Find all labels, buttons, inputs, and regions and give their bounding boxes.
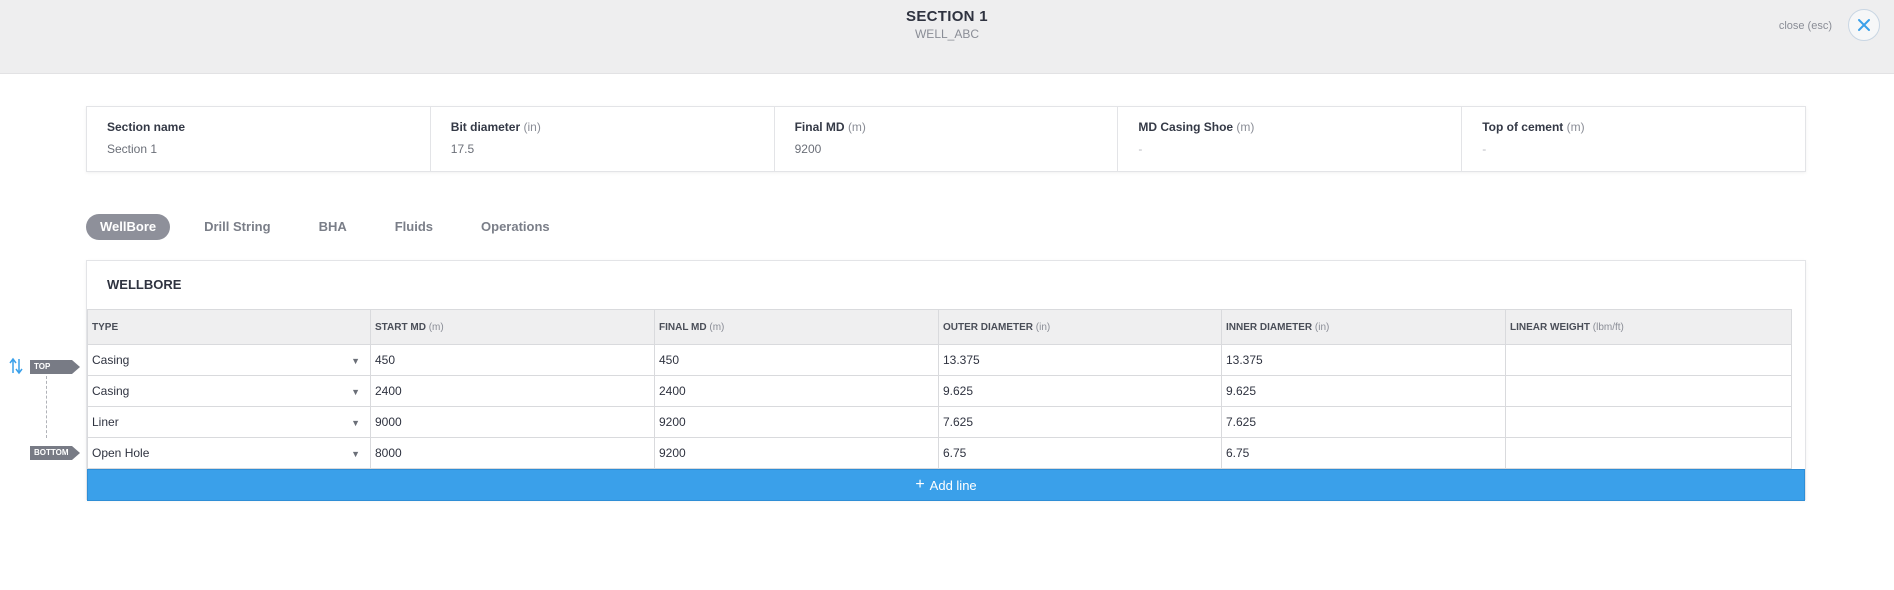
summary-section-name: Section name Section 1 [87,107,431,171]
column-header-start-md: START MD (m) [370,309,655,345]
summary-value: 17.5 [450,142,475,156]
column-header-outer-diameter: OUTER DIAMETER (in) [938,309,1222,345]
summary-label: Final MD [794,120,845,134]
column-header-final-md: FINAL MD (m) [654,309,939,345]
linear-weight-cell[interactable] [1505,344,1792,376]
table-row: Liner ▼ 9000 9200 7.625 7.625 [87,406,1792,438]
close-hint[interactable]: close (esc) [1779,20,1832,32]
start-md-cell[interactable]: 9000 [370,406,655,438]
wellbore-table: TYPE START MD (m) FINAL MD (m) OUTER DIA… [87,309,1792,469]
tab-bha[interactable]: BHA [305,214,361,240]
column-header-type: TYPE [87,309,371,345]
well-name: WELL_ABC [914,27,980,41]
section-tabs: WellBore Drill String BHA Fluids Operati… [86,214,584,240]
wellbore-title: WELLBORE [107,277,182,292]
summary-value: - [1138,142,1143,156]
tab-fluids[interactable]: Fluids [381,214,447,240]
start-md-cell[interactable]: 2400 [370,375,655,407]
linear-weight-cell[interactable] [1505,437,1792,469]
type-select[interactable]: Liner ▼ [87,406,371,438]
plus-icon: + [915,476,925,493]
outer-diameter-cell[interactable]: 7.625 [938,406,1222,438]
close-button[interactable] [1848,9,1880,41]
outer-diameter-cell[interactable]: 9.625 [938,375,1222,407]
summary-unit: (m) [847,120,866,134]
add-line-button[interactable]: + Add line [87,469,1805,501]
summary-label: Bit diameter [450,120,521,134]
summary-value: - [1482,142,1487,156]
add-line-label: Add line [929,477,977,493]
table-row: Casing ▼ 450 450 13.375 13.375 [87,344,1792,376]
column-header-inner-diameter: INNER DIAMETER (in) [1221,309,1506,345]
summary-value: Section 1 [107,142,158,156]
summary-label: MD Casing Shoe [1138,120,1234,134]
bottom-marker: BOTTOM [30,446,80,460]
summary-final-md: Final MD (m) 9200 [775,107,1119,171]
summary-md-casing-shoe: MD Casing Shoe (m) - [1118,107,1463,171]
type-select[interactable]: Casing ▼ [87,375,371,407]
final-md-cell[interactable]: 2400 [654,375,939,407]
reorder-icon[interactable] [8,357,24,375]
close-icon [1858,19,1870,31]
type-select[interactable]: Casing ▼ [87,344,371,376]
table-row: Open Hole ▼ 8000 9200 6.75 6.75 [87,437,1792,469]
wellbore-panel: WELLBORE TYPE START MD (m) FINAL MD (m) … [86,260,1806,501]
final-md-cell[interactable]: 450 [654,344,939,376]
column-header-linear-weight: LINEAR WEIGHT (lbm/ft) [1505,309,1792,345]
tab-drill-string[interactable]: Drill String [190,214,284,240]
inner-diameter-cell[interactable]: 6.75 [1221,437,1506,469]
inner-diameter-cell[interactable]: 13.375 [1221,344,1506,376]
dropdown-arrow-icon: ▼ [351,418,360,428]
dropdown-arrow-icon: ▼ [351,356,360,366]
final-md-cell[interactable]: 9200 [654,406,939,438]
linear-weight-cell[interactable] [1505,375,1792,407]
outer-diameter-cell[interactable]: 13.375 [938,344,1222,376]
linear-weight-cell[interactable] [1505,406,1792,438]
summary-bit-diameter: Bit diameter (in) 17.5 [431,107,775,171]
summary-label: Section name [107,120,186,134]
outer-diameter-cell[interactable]: 6.75 [938,437,1222,469]
top-bottom-connector [46,376,47,438]
inner-diameter-cell[interactable]: 9.625 [1221,375,1506,407]
top-marker: TOP [30,360,80,374]
summary-unit: (in) [523,120,541,134]
summary-value: 9200 [794,142,822,156]
type-select[interactable]: Open Hole ▼ [87,437,371,469]
inner-diameter-cell[interactable]: 7.625 [1221,406,1506,438]
start-md-cell[interactable]: 8000 [370,437,655,469]
dropdown-arrow-icon: ▼ [351,449,360,459]
summary-label: Top of cement [1482,120,1564,134]
section-summary: Section name Section 1 Bit diameter (in)… [86,106,1806,172]
summary-unit: (m) [1566,120,1585,134]
dropdown-arrow-icon: ▼ [351,387,360,397]
start-md-cell[interactable]: 450 [370,344,655,376]
modal-header: SECTION 1 WELL_ABC close (esc) [0,0,1894,74]
tab-wellbore[interactable]: WellBore [86,214,171,240]
final-md-cell[interactable]: 9200 [654,437,939,469]
table-row: Casing ▼ 2400 2400 9.625 9.625 [87,375,1792,407]
summary-unit: (m) [1236,120,1255,134]
summary-top-of-cement: Top of cement (m) - [1462,107,1805,171]
section-title: SECTION 1 [906,8,988,25]
tab-operations[interactable]: Operations [467,214,564,240]
table-header-row: TYPE START MD (m) FINAL MD (m) OUTER DIA… [87,309,1792,345]
